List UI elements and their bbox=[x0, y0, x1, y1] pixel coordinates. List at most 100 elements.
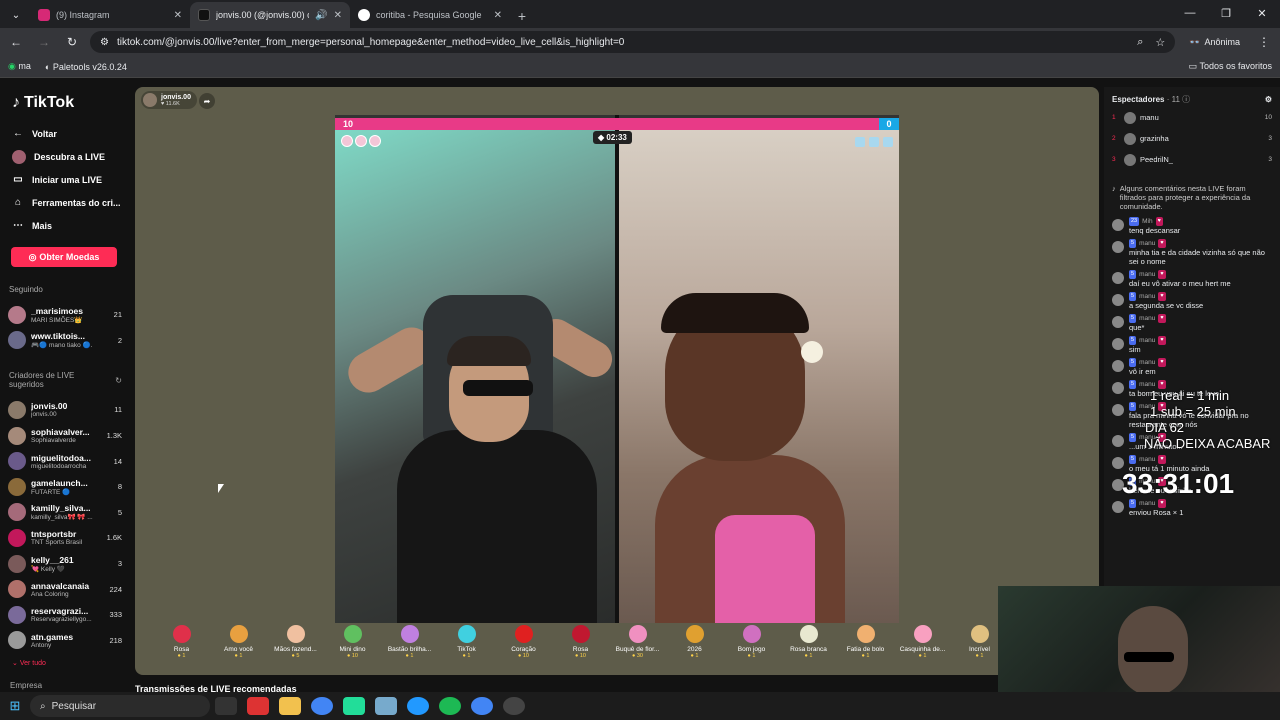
nav-creator-tools[interactable]: ⌂ Ferramentas do cri... bbox=[6, 191, 122, 214]
tab-tiktok[interactable]: jonvis.00 (@jonvis.00) com... 🔊 ✕ bbox=[190, 2, 350, 28]
app-icon[interactable] bbox=[375, 697, 397, 715]
task-view-icon[interactable] bbox=[215, 697, 237, 715]
gift-item[interactable]: 2026 ● 1 bbox=[666, 625, 723, 659]
see-all-link[interactable]: ⌄ Ver tudo bbox=[12, 659, 122, 667]
refresh-icon[interactable]: ↻ bbox=[115, 376, 122, 385]
bookmark-whatsapp[interactable]: ◉ ma bbox=[8, 61, 31, 72]
right-supporters[interactable] bbox=[855, 137, 893, 147]
chat-message[interactable]: 5 manu ♥ vô ir em bbox=[1112, 358, 1272, 376]
site-info-icon[interactable]: ⚙ bbox=[100, 37, 109, 48]
minimize-icon[interactable]: — bbox=[1172, 0, 1208, 26]
nav-more[interactable]: ⋯ Mais bbox=[6, 214, 122, 237]
gift-item[interactable]: Coração ● 10 bbox=[495, 625, 552, 659]
left-supporters[interactable] bbox=[341, 135, 381, 147]
viewer-count: 5 bbox=[117, 507, 122, 517]
restore-icon[interactable]: ❐ bbox=[1208, 0, 1244, 26]
list-item[interactable]: www.tiktois... 🎮🔵 mano tiako 🔵... 2 bbox=[6, 328, 122, 354]
tab-instagram[interactable]: (9) Instagram ✕ bbox=[30, 2, 190, 28]
viewer-row[interactable]: 2 grazinha 3 bbox=[1112, 128, 1272, 149]
account-subtitle: 🎮🔵 mano tiako 🔵... bbox=[31, 342, 93, 350]
close-icon[interactable]: ✕ bbox=[334, 10, 342, 21]
company-link[interactable]: Empresa bbox=[10, 681, 122, 690]
battle-video[interactable]: 10 0 ◆ 02:33 bbox=[335, 115, 899, 623]
app-icon[interactable] bbox=[343, 697, 365, 715]
gift-item[interactable]: Bom jogo ● 1 bbox=[723, 625, 780, 659]
zoom-icon[interactable]: ⌕ bbox=[1137, 36, 1143, 49]
nav-discover-live[interactable]: Descubra a LIVE bbox=[6, 145, 122, 168]
list-item[interactable]: reservagrazi... Reservagraziellygo... 333 bbox=[6, 602, 122, 628]
chat-message[interactable]: 5 manu ♥ enviou Rosa × 1 bbox=[1112, 499, 1272, 517]
list-item[interactable]: tntsportsbr TNT Sports Brasil 1.6K bbox=[6, 525, 122, 551]
gift-item[interactable]: Rosa ● 1 bbox=[153, 625, 210, 659]
spotify-icon[interactable] bbox=[439, 697, 461, 715]
gift-item[interactable]: Rosa branca ● 1 bbox=[780, 625, 837, 659]
windows-start-icon[interactable]: ⊞ bbox=[0, 698, 30, 714]
close-window-icon[interactable]: ✕ bbox=[1244, 0, 1280, 26]
chat-message[interactable]: 5 manu ♥ a segunda se vc disse bbox=[1112, 292, 1272, 310]
list-item[interactable]: kamilly_silva... kamilly_silva🎀 🎀 ... 5 bbox=[6, 500, 122, 526]
close-icon[interactable]: ✕ bbox=[494, 10, 502, 21]
all-bookmarks[interactable]: ▭ Todos os favoritos bbox=[1189, 61, 1272, 72]
share-icon[interactable]: ➦ bbox=[199, 93, 215, 109]
chat-message[interactable]: 5 manu ♥ que* bbox=[1112, 314, 1272, 332]
tiktok-logo[interactable]: ♪ TikTok bbox=[12, 94, 122, 112]
gift-item[interactable]: Buquê de flor... ● 30 bbox=[609, 625, 666, 659]
gift-item[interactable]: Rosa ● 10 bbox=[552, 625, 609, 659]
list-item[interactable]: annavalcanaia Ana Coloring 224 bbox=[6, 576, 122, 602]
reload-icon[interactable]: ↻ bbox=[62, 35, 82, 49]
settings-icon[interactable]: ⚙ bbox=[1265, 95, 1272, 104]
list-item[interactable]: sophiavalver... Sophiavalverde 1.3K bbox=[6, 423, 122, 449]
obs-icon[interactable] bbox=[503, 697, 525, 715]
nav-start-live[interactable]: ▭ Iniciar uma LIVE bbox=[6, 168, 122, 191]
viewer-row[interactable]: 1 manu 10 bbox=[1112, 107, 1272, 128]
incognito-indicator[interactable]: 👓 Anônima bbox=[1183, 37, 1246, 48]
gift-item[interactable]: Fatia de bolo ● 1 bbox=[837, 625, 894, 659]
new-tab-button[interactable]: + bbox=[510, 4, 534, 28]
close-icon[interactable]: ✕ bbox=[174, 10, 182, 21]
info-icon[interactable]: ⓘ bbox=[1182, 95, 1190, 104]
list-item[interactable]: miguelitodoa... miguelitodoarrocha 14 bbox=[6, 448, 122, 474]
chat-text: vô ir em bbox=[1129, 367, 1156, 376]
bookmark-paletools[interactable]: ◐ Paletools v26.0.24 bbox=[45, 62, 127, 72]
chrome-icon[interactable] bbox=[311, 697, 333, 715]
gift-item[interactable]: Casquinha de... ● 1 bbox=[894, 625, 951, 659]
menu-icon[interactable]: ⋮ bbox=[1254, 35, 1274, 49]
incognito-label: Anônima bbox=[1204, 37, 1240, 47]
avatar bbox=[1112, 272, 1124, 284]
gift-item[interactable]: Mãos fazend... ● 5 bbox=[267, 625, 324, 659]
chat-message[interactable]: 23 Mih ♥ tenq descansar bbox=[1112, 217, 1272, 235]
chat-username: manu bbox=[1139, 337, 1156, 344]
gift-icon bbox=[343, 625, 362, 643]
list-item[interactable]: gamelaunch... FUTARTE 🔵 8 bbox=[6, 474, 122, 500]
tab-google[interactable]: coritiba - Pesquisa Google ✕ bbox=[350, 2, 510, 28]
chat-message[interactable]: 5 manu ♥ sim bbox=[1112, 336, 1272, 354]
url-field[interactable]: ⚙ tiktok.com/@jonvis.00/live?enter_from_… bbox=[90, 31, 1176, 53]
list-item[interactable]: _marisimoes MARI SIMÕES👑 21 bbox=[6, 302, 122, 328]
supporter-icon bbox=[869, 137, 879, 147]
gift-item[interactable]: TikTok ● 1 bbox=[438, 625, 495, 659]
app-icon[interactable] bbox=[247, 697, 269, 715]
list-item[interactable]: jonvis.00 jonvis.00 11 bbox=[6, 397, 122, 423]
back-link[interactable]: ← Voltar bbox=[6, 122, 122, 145]
viewer-row[interactable]: 3 PeedrilN_ 3 bbox=[1112, 149, 1272, 170]
chat-message[interactable]: 5 manu ♥ minha tia e da cidade vizinha só q… bbox=[1112, 239, 1272, 266]
file-explorer-icon[interactable] bbox=[279, 697, 301, 715]
list-item[interactable]: kelly__261 💘 Kelly 🖤 3 bbox=[6, 551, 122, 577]
chrome-icon[interactable] bbox=[471, 697, 493, 715]
gift-item[interactable]: Amo você ● 1 bbox=[210, 625, 267, 659]
tab-search-button[interactable]: ⌄ bbox=[6, 5, 26, 25]
host-info[interactable]: jonvis.00 ♥ 11.6K bbox=[141, 91, 197, 109]
gift-item[interactable]: Bastão brilha... ● 1 bbox=[381, 625, 438, 659]
gift-item[interactable]: Mini dino ● 10 bbox=[324, 625, 381, 659]
forward-icon[interactable]: → bbox=[34, 35, 54, 49]
bookmark-star-icon[interactable]: ☆ bbox=[1155, 36, 1165, 49]
supporter-avatar bbox=[369, 135, 381, 147]
list-item[interactable]: atn.games Antony 218 bbox=[6, 628, 122, 654]
taskbar-search[interactable]: ⌕ Pesquisar bbox=[30, 695, 210, 717]
gift-price: ● 1 bbox=[804, 653, 813, 659]
chat-message[interactable]: 5 manu ♥ daí eu vô ativar o meu hert me bbox=[1112, 270, 1272, 288]
speaker-icon[interactable]: 🔊 bbox=[315, 10, 327, 21]
get-coins-button[interactable]: ◎ Obter Moedas bbox=[11, 247, 117, 267]
back-icon[interactable]: ← bbox=[6, 35, 26, 49]
app-icon[interactable] bbox=[407, 697, 429, 715]
